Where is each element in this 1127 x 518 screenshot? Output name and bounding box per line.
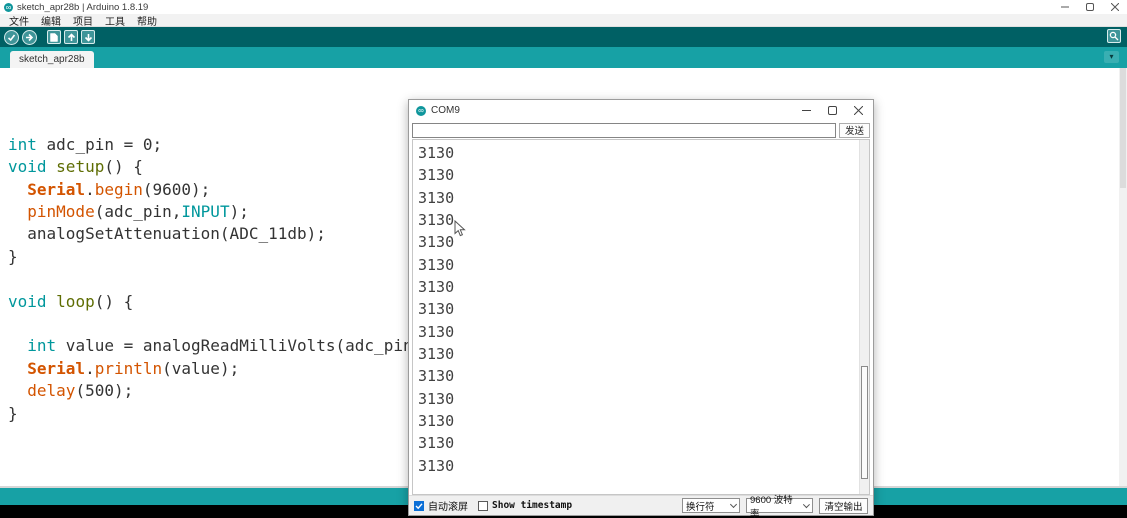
baud-rate-value: 9600 波特率 — [750, 492, 796, 518]
open-button[interactable] — [64, 30, 78, 44]
serial-scrollbar[interactable] — [859, 140, 869, 494]
editor-scrollbar-thumb[interactable] — [1120, 68, 1126, 188]
maximize-icon — [828, 106, 837, 115]
serial-window-title: COM9 — [431, 105, 460, 116]
ide-maximize-button[interactable] — [1077, 0, 1102, 14]
serial-maximize-button[interactable] — [819, 100, 845, 121]
editor-scrollbar[interactable] — [1119, 68, 1127, 486]
mouse-cursor — [454, 220, 466, 243]
ide-toolbar — [0, 27, 1127, 47]
ide-window-title: sketch_apr28b | Arduino 1.8.19 — [17, 2, 148, 13]
menu-item-4[interactable]: 帮助 — [131, 13, 163, 28]
tab-label: sketch_apr28b — [19, 54, 85, 65]
serial-output-line: 3130 — [418, 388, 869, 410]
serial-minimize-button[interactable] — [793, 100, 819, 121]
autoscroll-checkbox[interactable] — [414, 501, 424, 511]
new-sketch-button[interactable] — [47, 30, 61, 44]
line-ending-value: 换行符 — [686, 499, 715, 513]
timestamp-label: Show timestamp — [492, 500, 572, 511]
serial-output-line: 3130 — [418, 231, 869, 253]
serial-bottom-bar: 自动滚屏 Show timestamp 换行符 9600 波特率 清空输出 — [409, 495, 873, 515]
arduino-logo-icon: ∞ — [4, 3, 13, 12]
serial-output[interactable]: 3130313031303130313031303130313031303130… — [412, 139, 870, 495]
serial-title-bar: ∞ COM9 — [409, 100, 873, 121]
tab-bar: sketch_apr28b ▾ — [0, 47, 1127, 68]
serial-output-line: 3130 — [418, 142, 869, 164]
chevron-down-icon — [730, 500, 737, 507]
verify-button[interactable] — [4, 30, 19, 45]
minimize-icon — [1061, 3, 1069, 11]
serial-input-row: 发送 — [412, 121, 870, 139]
serial-output-line: 3130 — [418, 164, 869, 186]
serial-output-line: 3130 — [418, 276, 869, 298]
serial-send-input[interactable] — [412, 123, 836, 138]
verify-icon — [7, 33, 16, 42]
upload-button[interactable] — [22, 30, 37, 45]
ide-close-button[interactable] — [1102, 0, 1127, 14]
menu-item-0[interactable]: 文件 — [3, 13, 35, 28]
serial-output-line: 3130 — [418, 209, 869, 231]
serial-output-line: 3130 — [418, 432, 869, 454]
serial-output-lines: 3130313031303130313031303130313031303130… — [413, 140, 869, 477]
serial-output-line: 3130 — [418, 254, 869, 276]
serial-output-line: 3130 — [418, 455, 869, 477]
save-icon — [84, 33, 93, 42]
upload-icon — [25, 33, 34, 42]
serial-monitor-icon — [1109, 31, 1119, 41]
check-icon — [415, 502, 423, 510]
timestamp-checkbox[interactable] — [478, 501, 488, 511]
menu-item-2[interactable]: 项目 — [67, 13, 99, 28]
serial-close-button[interactable] — [845, 100, 871, 121]
open-icon — [67, 33, 76, 42]
serial-window-controls — [793, 100, 871, 121]
serial-output-line: 3130 — [418, 187, 869, 209]
screen: ∞ sketch_apr28b | Arduino 1.8.19 文件编辑项目工… — [0, 0, 1127, 518]
menu-bar: 文件编辑项目工具帮助 — [0, 14, 1127, 27]
serial-scrollbar-thumb[interactable] — [861, 366, 868, 479]
maximize-icon — [1086, 3, 1094, 11]
save-button[interactable] — [81, 30, 95, 44]
cursor-arrow-icon — [454, 220, 466, 238]
ide-minimize-button[interactable] — [1052, 0, 1077, 14]
menu-item-1[interactable]: 编辑 — [35, 13, 67, 28]
new-sketch-icon — [50, 33, 58, 42]
serial-output-line: 3130 — [418, 343, 869, 365]
ide-window-controls — [1052, 0, 1127, 14]
clear-output-button[interactable]: 清空输出 — [819, 498, 868, 514]
serial-output-line: 3130 — [418, 365, 869, 387]
minimize-icon — [802, 106, 811, 115]
arduino-logo-icon: ∞ — [416, 106, 426, 116]
line-ending-select[interactable]: 换行符 — [682, 498, 740, 513]
serial-output-line: 3130 — [418, 321, 869, 343]
ide-title-bar: ∞ sketch_apr28b | Arduino 1.8.19 — [0, 0, 1127, 14]
serial-monitor-button[interactable] — [1107, 29, 1121, 43]
send-button[interactable]: 发送 — [839, 123, 870, 138]
close-icon — [854, 106, 863, 115]
close-icon — [1111, 3, 1119, 11]
tab-list-dropdown-button[interactable]: ▾ — [1104, 51, 1119, 63]
serial-output-line: 3130 — [418, 410, 869, 432]
autoscroll-label: 自动滚屏 — [428, 498, 468, 513]
chevron-down-icon — [803, 501, 810, 508]
baud-rate-select[interactable]: 9600 波特率 — [746, 498, 813, 513]
menu-item-3[interactable]: 工具 — [99, 13, 131, 28]
serial-monitor-window: ∞ COM9 发送 313031303130313031303130313031… — [408, 99, 874, 516]
tab-sketch[interactable]: sketch_apr28b — [10, 51, 94, 68]
serial-output-line: 3130 — [418, 298, 869, 320]
